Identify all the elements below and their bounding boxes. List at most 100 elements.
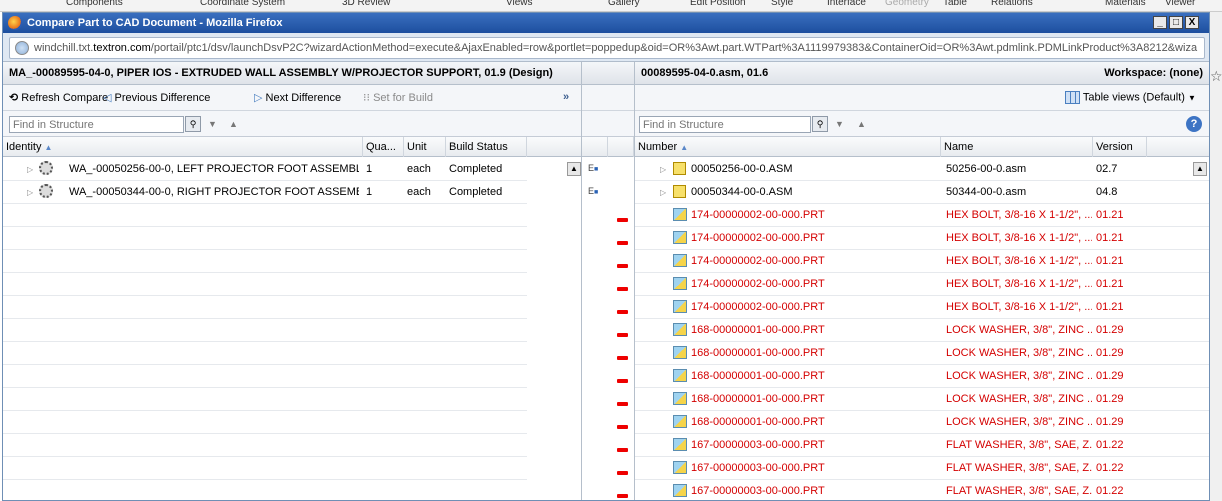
col-number[interactable]: Number ▲	[635, 137, 941, 157]
table-row[interactable]: 174-00000002-00-000.PRT HEX BOLT, 3/8-16 …	[635, 204, 1209, 227]
col-quantity[interactable]: Qua...	[363, 137, 404, 157]
col-version[interactable]: Version	[1093, 137, 1147, 157]
right-scroll-up-button[interactable]: ▲	[1193, 162, 1207, 176]
table-row[interactable]: 174-00000002-00-000.PRT HEX BOLT, 3/8-16 …	[635, 296, 1209, 319]
popup-window: Compare Part to CAD Document - Mozilla F…	[2, 12, 1210, 501]
number-cell[interactable]: 167-00000003-00-000.PRT	[691, 439, 937, 451]
more-button[interactable]: »	[563, 91, 569, 103]
name-cell: FLAT WASHER, 3/8", SAE, Z...	[946, 485, 1092, 497]
right-find-row: ⚲ ▼ ▲ ?	[635, 111, 1209, 137]
removed-minus-icon	[617, 489, 628, 500]
table-row[interactable]: ▷ WA_-00050344-00-0, RIGHT PROJECTOR FOO…	[3, 181, 527, 204]
table-views-select[interactable]: Table views (Default) ▼	[1065, 91, 1196, 104]
minimize-button[interactable]: _	[1153, 16, 1167, 29]
table-row[interactable]: ▷ 00050256-00-0.ASM 50256-00-0.asm 02.7	[635, 158, 1209, 181]
part-icon	[673, 392, 687, 405]
next-difference-button[interactable]: ▷ Next Difference	[254, 91, 341, 104]
filter-icon[interactable]: ▼	[208, 119, 217, 129]
number-cell[interactable]: 168-00000001-00-000.PRT	[691, 393, 937, 405]
right-header-title: 00089595-04-0.asm, 01.6	[641, 67, 769, 79]
filter-icon[interactable]: ▼	[835, 119, 844, 129]
col-build-status[interactable]: Build Status	[446, 137, 527, 157]
close-button[interactable]: X	[1185, 16, 1199, 29]
table-row[interactable]: 174-00000002-00-000.PRT HEX BOLT, 3/8-16 …	[635, 273, 1209, 296]
restore-button[interactable]: □	[1169, 16, 1183, 29]
version-cell: 01.29	[1096, 347, 1124, 359]
number-cell[interactable]: 174-00000002-00-000.PRT	[691, 278, 937, 290]
number-cell[interactable]: 167-00000003-00-000.PRT	[691, 462, 937, 474]
name-cell: HEX BOLT, 3/8-16 X 1-1/2", ...	[946, 209, 1092, 221]
number-cell[interactable]: 174-00000002-00-000.PRT	[691, 301, 937, 313]
part-icon	[673, 369, 687, 382]
number-cell[interactable]: 00050344-00-0.ASM	[691, 186, 937, 198]
table-row[interactable]: 167-00000003-00-000.PRT FLAT WASHER, 3/8"…	[635, 434, 1209, 457]
empty-row	[3, 411, 527, 434]
diff-gutter-row	[582, 227, 634, 250]
number-cell[interactable]: 168-00000001-00-000.PRT	[691, 416, 937, 428]
table-row[interactable]: 167-00000003-00-000.PRT FLAT WASHER, 3/8"…	[635, 480, 1209, 500]
expand-triangle-icon[interactable]: ▷	[660, 188, 666, 197]
expand-icon[interactable]: ▲	[857, 119, 866, 129]
table-row[interactable]: 174-00000002-00-000.PRT HEX BOLT, 3/8-16 …	[635, 250, 1209, 273]
binoculars-icon[interactable]: ⚲	[185, 116, 201, 132]
col-unit[interactable]: Unit	[404, 137, 446, 157]
version-cell: 01.22	[1096, 439, 1124, 451]
left-panel-header: MA_-00089595-04-0, PIPER IOS - EXTRUDED …	[3, 62, 581, 85]
expand-icon[interactable]: ▲	[229, 119, 238, 129]
table-row[interactable]: 168-00000001-00-000.PRT LOCK WASHER, 3/8"…	[635, 365, 1209, 388]
col-tree	[582, 137, 608, 157]
expand-triangle-icon[interactable]: ▷	[27, 188, 33, 197]
table-row[interactable]: 168-00000001-00-000.PRT LOCK WASHER, 3/8"…	[635, 319, 1209, 342]
refresh-icon: ⟲	[9, 92, 19, 104]
part-icon	[673, 300, 687, 313]
table-row[interactable]: 167-00000003-00-000.PRT FLAT WASHER, 3/8"…	[635, 457, 1209, 480]
left-find-input[interactable]	[9, 116, 184, 133]
diff-gutter-row	[582, 319, 634, 342]
left-scroll-up-button[interactable]: ▲	[567, 162, 581, 176]
removed-minus-icon	[617, 259, 628, 271]
number-cell[interactable]: 167-00000003-00-000.PRT	[691, 485, 937, 497]
refresh-compare-button[interactable]: ⟲ Refresh Compare	[9, 91, 108, 104]
table-row[interactable]: 168-00000001-00-000.PRT LOCK WASHER, 3/8"…	[635, 388, 1209, 411]
previous-difference-button[interactable]: ◁ Previous Difference	[103, 91, 210, 104]
expand-triangle-icon[interactable]: ▷	[660, 165, 666, 174]
version-cell: 01.21	[1096, 301, 1124, 313]
diff-gutter-row: E■	[582, 158, 634, 181]
binoculars-icon[interactable]: ⚲	[812, 116, 828, 132]
bg-item: Views	[506, 0, 533, 8]
removed-minus-icon	[617, 351, 628, 363]
col-identity[interactable]: Identity ▲	[3, 137, 363, 157]
number-cell[interactable]: 00050256-00-0.ASM	[691, 163, 937, 175]
table-row[interactable]: ▷ WA_-00050256-00-0, LEFT PROJECTOR FOOT…	[3, 158, 527, 181]
quantity-cell: 1	[366, 186, 373, 198]
url-text[interactable]: windchill.txt.textron.com/portail/ptc1/d…	[34, 42, 1197, 54]
name-cell: FLAT WASHER, 3/8", SAE, Z...	[946, 462, 1092, 474]
removed-minus-icon	[617, 328, 628, 340]
table-row[interactable]: 168-00000001-00-000.PRT LOCK WASHER, 3/8"…	[635, 411, 1209, 434]
empty-row	[3, 342, 527, 365]
table-row[interactable]: ▷ 00050344-00-0.ASM 50344-00-0.asm 04.8	[635, 181, 1209, 204]
expand-triangle-icon[interactable]: ▷	[27, 165, 33, 174]
star-icon[interactable]: ☆	[1210, 68, 1222, 85]
table-row[interactable]: 174-00000002-00-000.PRT HEX BOLT, 3/8-16 …	[635, 227, 1209, 250]
background-app-edge: ☆	[1210, 12, 1222, 501]
number-cell[interactable]: 174-00000002-00-000.PRT	[691, 255, 937, 267]
assembly-icon	[673, 185, 686, 198]
number-cell[interactable]: 168-00000001-00-000.PRT	[691, 370, 937, 382]
number-cell[interactable]: 168-00000001-00-000.PRT	[691, 347, 937, 359]
number-cell[interactable]: 174-00000002-00-000.PRT	[691, 209, 937, 221]
number-cell[interactable]: 174-00000002-00-000.PRT	[691, 232, 937, 244]
status-cell: Completed	[449, 186, 503, 198]
col-name[interactable]: Name	[941, 137, 1093, 157]
title-bar: Compare Part to CAD Document - Mozilla F…	[3, 13, 1209, 33]
set-for-build-button[interactable]: ⁝⁝ Set for Build	[363, 91, 433, 104]
diff-gutter-row	[582, 342, 634, 365]
address-bar[interactable]: windchill.txt.textron.com/portail/ptc1/d…	[9, 37, 1205, 59]
number-cell[interactable]: 168-00000001-00-000.PRT	[691, 324, 937, 336]
help-icon[interactable]: ?	[1186, 116, 1202, 132]
right-find-input[interactable]	[639, 116, 811, 133]
table-row[interactable]: 168-00000001-00-000.PRT LOCK WASHER, 3/8"…	[635, 342, 1209, 365]
tree-link-icon: E■	[588, 186, 599, 196]
diff-gutter-row	[582, 296, 634, 319]
part-icon	[673, 277, 687, 290]
